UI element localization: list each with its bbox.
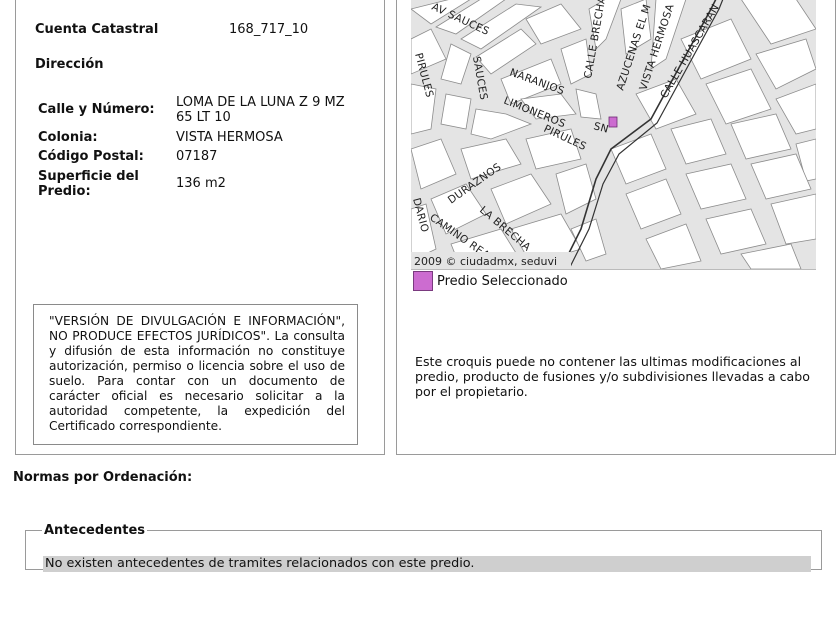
codigo-postal-label: Código Postal: — [38, 149, 144, 164]
direccion-heading: Dirección — [35, 57, 104, 72]
selected-parcel-swatch — [413, 271, 433, 291]
normas-heading: Normas por Ordenación: — [13, 470, 193, 485]
superficie-label-line1: Superficie del — [38, 169, 139, 184]
selected-parcel-marker — [608, 116, 618, 128]
calle-label: Calle y Número: — [38, 102, 155, 117]
antecedentes-message: No existen antecedentes de tramites rela… — [43, 556, 811, 572]
antecedentes-legend: Antecedentes — [44, 523, 146, 538]
superficie-label-line2: Predio: — [38, 184, 91, 199]
cuenta-catastral-value: 168_717_10 — [229, 22, 309, 37]
map-copyright: 2009 © ciudadmx, seduvi — [414, 255, 557, 268]
superficie-value: 136 m2 — [176, 176, 226, 191]
map-disclaimer: Este croquis puede no contener las ultim… — [415, 354, 810, 399]
colonia-value: VISTA HERMOSA — [176, 130, 283, 145]
codigo-postal-value: 07187 — [176, 149, 218, 164]
cuenta-catastral-label: Cuenta Catastral — [35, 22, 159, 37]
location-map[interactable]: AV SAUCES PIRULES SAUCES NARANJOS LIMONE… — [411, 0, 816, 270]
map-panel: AV SAUCES PIRULES SAUCES NARANJOS LIMONE… — [396, 0, 836, 455]
predio-info-panel: Cuenta Catastral 168_717_10 Dirección Ca… — [15, 0, 385, 455]
calle-value-line2: 65 LT 10 — [176, 110, 231, 125]
antecedentes-section: Antecedentes No existen antecedentes de … — [25, 523, 822, 572]
legal-notice: "VERSIÓN DE DIVULGACIÓN E INFORMACIÓN", … — [33, 304, 358, 445]
legend-label: Predio Seleccionado — [437, 274, 568, 289]
calle-value-line1: LOMA DE LA LUNA Z 9 MZ — [176, 95, 345, 110]
colonia-label: Colonia: — [38, 130, 98, 145]
